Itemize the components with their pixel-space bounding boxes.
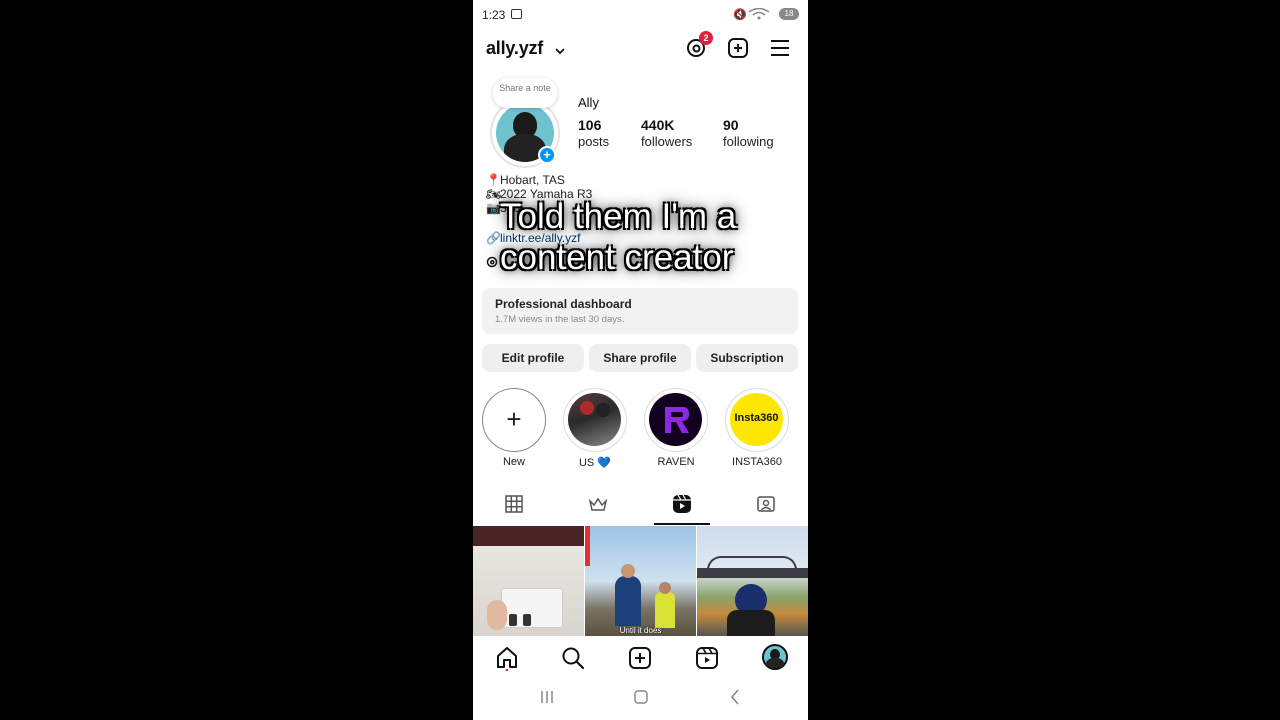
raven-logo-icon [649,393,702,446]
tab-subscriptions[interactable] [570,490,626,526]
camera-icon: 📷 [486,201,501,215]
add-story-icon[interactable]: + [538,146,556,164]
stat-following-label: following [723,134,774,149]
create-post-icon[interactable] [726,36,750,60]
tab-grid[interactable] [486,490,542,526]
motorcycle-icon: 🏍 [486,187,502,201]
pin-icon: 📍 [486,173,501,187]
status-bar: 1:23 🔇 18 [473,0,808,30]
link-icon: 🔗 [486,231,501,245]
highlight-insta360[interactable]: Insta360 INSTA360 [724,388,790,468]
dashboard-subtitle: 1.7M views in the last 30 days. [495,314,625,325]
mute-icon: 🔇 [733,9,747,21]
bio-location-text: Hobart, TAS [500,173,565,187]
tagged-icon [757,496,775,512]
share-note-bubble[interactable]: Share a note [493,78,557,108]
reel-thumbnail-2[interactable]: Until it does [585,526,696,636]
stat-followers-count: 440K [641,117,675,133]
highlight-raven-label: RAVEN [657,456,695,468]
reels-icon [673,494,691,513]
phone-screen: 1:23 🔇 18 ally.yzf 2 Share a note + Ally [473,0,808,720]
system-navigation [473,680,808,720]
highlight-us-image [568,393,621,446]
highlight-us[interactable]: US 💙 [562,388,628,469]
highlight-raven[interactable]: RAVEN [643,388,709,468]
reels-grid: Until it does [473,526,808,636]
recent-apps-icon[interactable] [539,688,555,711]
stat-posts-count: 106 [578,117,602,133]
create-icon[interactable] [627,645,653,671]
screenshot-icon [511,9,522,19]
stat-followers-label: followers [641,134,693,149]
stat-following-count: 90 [723,117,739,133]
video-caption-overlay: Told them I'm a content creator [500,197,737,277]
professional-dashboard[interactable]: Professional dashboard 1.7M views in the… [482,288,798,334]
battery-icon: 18 [779,8,799,20]
tab-tagged[interactable] [738,490,794,526]
profile-tabs [473,490,808,526]
chevron-down-icon[interactable] [555,42,565,60]
account-username[interactable]: ally.yzf [486,38,543,59]
stat-following[interactable]: 90 following [723,117,774,149]
profile-header: ally.yzf 2 [473,30,808,66]
menu-icon[interactable] [768,36,792,60]
threads-badge: 2 [699,31,713,45]
wifi-icon [748,7,770,23]
home-button-icon[interactable] [633,688,649,711]
threads-small-icon [486,256,500,271]
grid-icon [505,495,523,513]
stat-posts[interactable]: 106 posts [578,117,609,149]
profile-nav-avatar[interactable] [762,644,788,670]
display-name: Ally [578,95,599,110]
threads-profile-badge[interactable] [486,256,500,271]
highlight-us-label: US 💙 [578,457,612,469]
dashboard-title: Professional dashboard [495,297,632,311]
highlight-new[interactable]: + New [481,388,547,468]
subscription-button[interactable]: Subscription [696,344,798,372]
stat-followers[interactable]: 440K followers [641,117,692,149]
reels-nav-icon[interactable] [694,645,720,671]
reel-thumbnail-2-caption: Until it does [619,626,662,635]
search-icon[interactable] [560,645,586,671]
tab-reels[interactable] [654,490,710,526]
insta360-logo-icon: Insta360 [730,393,783,446]
back-icon[interactable] [727,688,743,711]
home-icon[interactable] [494,645,520,672]
highlight-insta360-label: INSTA360 [732,456,782,468]
highlight-new-label: New [502,456,525,468]
reel-thumbnail-1[interactable] [473,526,584,636]
status-time: 1:23 [482,8,506,22]
insta360-logo-text: Insta360 [734,412,779,424]
stat-posts-label: posts [578,134,610,149]
plus-icon: + [506,404,522,434]
bottom-navigation [473,637,808,679]
edit-profile-button[interactable]: Edit profile [482,344,584,372]
share-profile-button[interactable]: Share profile [589,344,691,372]
active-tab-indicator [654,523,710,525]
bio-location: 📍Hobart, TAS [486,173,565,187]
reel-thumbnail-3[interactable] [697,526,808,636]
crown-icon [588,497,608,511]
